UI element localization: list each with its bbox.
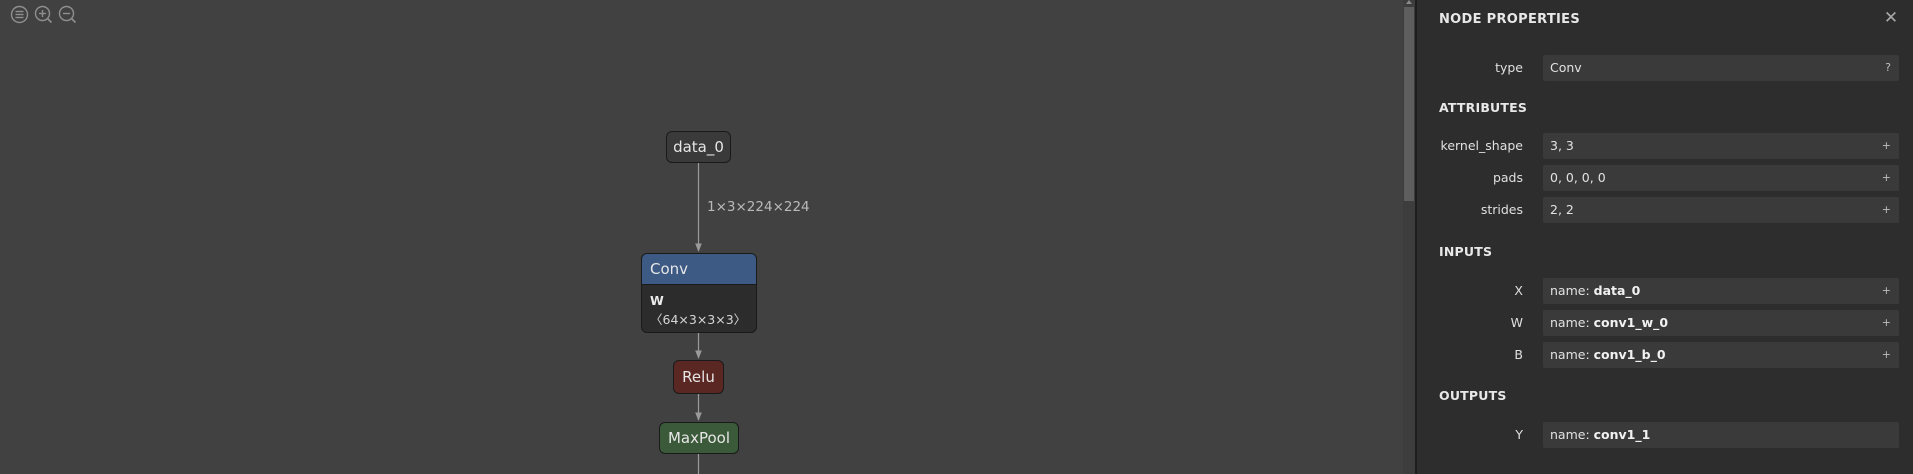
close-icon[interactable]: ✕ [1881, 8, 1901, 28]
input-value: name: conv1_w_0 [1550, 315, 1669, 330]
expand-button[interactable]: + [1882, 278, 1891, 304]
output-value-box[interactable]: name: conv1_1 [1543, 422, 1899, 448]
output-row-y: Y name: conv1_1 [1417, 422, 1900, 448]
maxpool-node[interactable]: MaxPool [659, 422, 739, 454]
type-value-box[interactable]: Conv ? [1543, 55, 1899, 81]
conv-node[interactable]: Conv W 〈64×3×3×3〉 B 〈64〉 [641, 253, 757, 333]
edge-shape-label: 1×3×224×224 [707, 199, 810, 215]
conv-node-weights: W 〈64×3×3×3〉 B 〈64〉 [642, 285, 756, 332]
attribute-value-box[interactable]: 3, 3 + [1543, 133, 1899, 159]
zoom-out-icon[interactable] [57, 4, 78, 25]
attribute-value: 2, 2 [1550, 202, 1574, 217]
conv-weight-w: W 〈64×3×3×3〉 [650, 293, 747, 327]
input-row-x: X name: data_0 + [1417, 278, 1900, 304]
attribute-label: pads [1492, 170, 1523, 185]
attributes-section-title: ATTRIBUTES [1439, 100, 1528, 115]
input-label: W [1510, 315, 1523, 330]
node-properties-panel: NODE PROPERTIES ✕ type Conv ? ATTRIBUTES… [1415, 0, 1913, 474]
input-row-w: W name: conv1_w_0 + [1417, 310, 1900, 336]
zoom-in-icon[interactable] [33, 4, 54, 25]
type-label: type [1495, 60, 1523, 75]
expand-button[interactable]: + [1882, 165, 1891, 191]
input-row-b: B name: conv1_b_0 + [1417, 342, 1900, 368]
attribute-value-box[interactable]: 2, 2 + [1543, 197, 1899, 223]
panel-title: NODE PROPERTIES [1439, 12, 1580, 27]
scroll-up-arrow-icon[interactable] [1406, 0, 1412, 4]
type-row: type Conv ? [1417, 55, 1900, 81]
input-value-box[interactable]: name: conv1_w_0 + [1543, 310, 1899, 336]
outputs-section-title: OUTPUTS [1439, 388, 1507, 403]
expand-button[interactable]: + [1882, 133, 1891, 159]
attribute-label: strides [1480, 202, 1523, 217]
output-value: name: conv1_1 [1550, 427, 1651, 442]
graph-scrollbar[interactable] [1403, 0, 1415, 474]
attribute-value: 3, 3 [1550, 138, 1574, 153]
attribute-label: kernel_shape [1440, 138, 1523, 153]
expand-button[interactable]: + [1882, 197, 1891, 223]
expand-button[interactable]: + [1882, 310, 1891, 336]
attribute-row-pads: pads 0, 0, 0, 0 + [1417, 165, 1900, 191]
attribute-row-strides: strides 2, 2 + [1417, 197, 1900, 223]
graph-edges [695, 163, 702, 474]
inputs-section-title: INPUTS [1439, 244, 1493, 259]
input-value: name: data_0 [1550, 283, 1641, 298]
conv-weight-b: B 〈64〉 [650, 329, 748, 332]
type-help-button[interactable]: ? [1885, 55, 1891, 81]
attribute-row-kernel-shape: kernel_shape 3, 3 + [1417, 133, 1900, 159]
output-label: Y [1515, 427, 1523, 442]
input-label: B [1514, 347, 1523, 362]
input-value-box[interactable]: name: data_0 + [1543, 278, 1899, 304]
scrollbar-thumb[interactable] [1404, 7, 1414, 201]
attribute-value: 0, 0, 0, 0 [1550, 170, 1606, 185]
conv-node-title: Conv [642, 254, 756, 285]
input-value-box[interactable]: name: conv1_b_0 + [1543, 342, 1899, 368]
relu-node[interactable]: Relu [673, 360, 724, 394]
type-value: Conv [1550, 60, 1582, 75]
input-value: name: conv1_b_0 [1550, 347, 1666, 362]
graph-toolbar [9, 4, 78, 25]
expand-button[interactable]: + [1882, 342, 1891, 368]
input-node-data-0[interactable]: data_0 [666, 131, 731, 163]
attribute-value-box[interactable]: 0, 0, 0, 0 + [1543, 165, 1899, 191]
menu-icon[interactable] [9, 4, 30, 25]
graph-canvas[interactable]: 1×3×224×224 data_0 Conv W 〈64×3×3×3〉 B 〈… [0, 0, 1403, 474]
input-label: X [1514, 283, 1523, 298]
